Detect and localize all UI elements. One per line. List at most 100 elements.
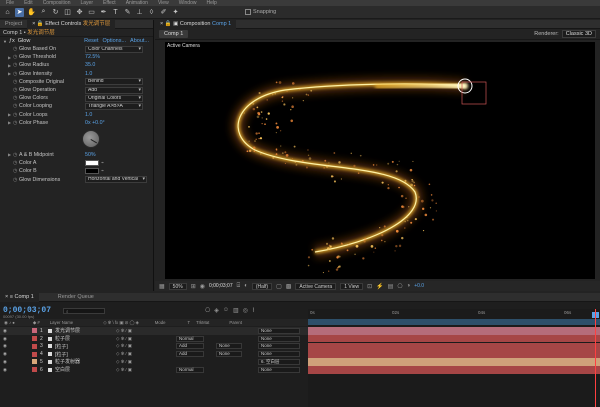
layer-label-color[interactable] [32, 343, 37, 349]
layer-duration-bar[interactable] [308, 327, 600, 335]
layer-duration-bar[interactable] [308, 342, 600, 351]
layer-row[interactable]: ◉ 5 粒子发射器 ◇ ✻ ⁄ ▣ 6. 空白层 [0, 358, 308, 366]
layer-switches-icon[interactable]: ◇ ✻ ⁄ ▣ [116, 336, 132, 342]
layer-name-header[interactable]: Layer Name [50, 320, 73, 325]
blend-mode-dropdown[interactable]: Normal [176, 366, 204, 373]
graph-editor-icon[interactable]: ⌇ [252, 307, 255, 314]
layer-duration-bar[interactable] [308, 366, 600, 374]
playhead-line[interactable] [595, 309, 596, 407]
glow-dimensions-dropdown[interactable]: Horizontal and Vertical [85, 176, 147, 184]
selection-tool-icon[interactable]: ➤ [15, 7, 24, 17]
layer-duration-bar[interactable] [308, 358, 600, 366]
hand-tool-icon[interactable]: ✋ [27, 8, 36, 17]
work-area-bar[interactable] [308, 319, 600, 325]
layer-switches-icon[interactable]: ◇ ✻ ⁄ ▣ [116, 328, 132, 334]
layer-search-input[interactable]: ⌕ [63, 307, 106, 314]
param-dropdown[interactable]: Behind [85, 78, 143, 86]
layer-name[interactable]: 空白层 [55, 366, 107, 373]
parent-dropdown[interactable]: None [258, 351, 300, 358]
blend-mode-dropdown[interactable]: Normal [176, 335, 204, 342]
param-value[interactable]: 1.0 [85, 112, 92, 118]
layer-label-color[interactable] [32, 328, 37, 334]
about-link[interactable]: About... [130, 38, 149, 44]
ab-midpoint-value[interactable]: 50% [85, 152, 96, 158]
lock-icon[interactable]: 🔒 [165, 21, 173, 27]
layer-row[interactable]: ◉ 1 发光调节层 ◇ ✻ ⁄ ▣ None [0, 327, 308, 335]
fast-previews-icon[interactable]: ⚡ [376, 283, 383, 290]
tab-timeline-comp[interactable]: × ≡ Comp 1 [0, 292, 39, 302]
type-tool-icon[interactable]: T [111, 8, 120, 17]
layer-label-color[interactable] [32, 367, 37, 373]
layer-name[interactable]: 粒子层 [55, 335, 107, 342]
camera-view-dropdown[interactable]: Active Camera [295, 282, 337, 290]
reset-link[interactable]: Reset [84, 38, 98, 44]
zoom-tool-icon[interactable]: ⌕ [39, 8, 48, 17]
camera-snapshot-icon[interactable]: ◉ [200, 283, 205, 290]
snapping-checkbox[interactable] [245, 9, 251, 15]
timeline-icon[interactable]: ▤ [388, 283, 394, 290]
track-matte-dropdown[interactable]: None [216, 351, 242, 358]
safe-margins-icon[interactable]: ⊞ [191, 283, 196, 290]
visibility-eye-icon[interactable]: ◉ [3, 359, 8, 365]
snapshot-icon[interactable]: ⌸ [237, 283, 241, 290]
pan-behind-tool-icon[interactable]: ✥ [75, 8, 84, 17]
shy-layers-icon[interactable]: ☺ [223, 307, 229, 314]
comp-flowchart-tab[interactable]: Comp 1 [159, 30, 189, 38]
rotate-tool-icon[interactable]: ↻ [51, 8, 60, 17]
layer-name[interactable]: [粒子] [55, 343, 107, 350]
layer-row[interactable]: ◉ 2 粒子层 ◇ ✻ ⁄ ▣ Normal None [0, 335, 308, 343]
layer-switches-icon[interactable]: ◇ ✻ ⁄ ▣ [116, 359, 132, 365]
pen-tool-icon[interactable]: ✒ [99, 8, 108, 17]
param-dropdown[interactable]: Add [85, 86, 143, 94]
mask-tool-icon[interactable]: ▭ [87, 8, 96, 17]
layer-switches-icon[interactable]: ◇ ✻ ⁄ ▣ [116, 351, 132, 357]
eyedropper-icon[interactable]: ⌁ [101, 160, 104, 166]
layer-row[interactable]: ◉ 6 空白层 ◇ ✻ ⁄ ▣ Normal None [0, 366, 308, 374]
transparency-grid-icon[interactable]: ▩ [286, 283, 292, 290]
composition-mini-flowchart-icon[interactable]: ⎔ [205, 307, 210, 314]
layer-label-color[interactable] [32, 336, 37, 342]
color-b-swatch[interactable] [85, 168, 99, 175]
layer-label-color[interactable] [32, 359, 37, 365]
layer-name[interactable]: 粒子发射器 [55, 358, 107, 365]
tab-effect-controls[interactable]: × 🔒 Effect Controls 发光调节层 [27, 19, 116, 29]
parent-dropdown[interactable]: None [258, 343, 300, 350]
parent-dropdown[interactable]: None [258, 366, 300, 373]
visibility-eye-icon[interactable]: ◉ [3, 351, 8, 357]
track-matte-dropdown[interactable]: None [216, 343, 242, 350]
param-value[interactable]: 0x +0.0° [85, 120, 105, 126]
puppet-tool-icon[interactable]: ✦ [171, 8, 180, 17]
visibility-eye-icon[interactable]: ◉ [3, 328, 8, 334]
grid-toggle-icon[interactable]: ▦ [159, 283, 165, 290]
param-value[interactable]: 35.0 [85, 62, 95, 68]
blend-mode-dropdown[interactable]: Add [176, 351, 204, 358]
layer-duration-bar[interactable] [308, 334, 600, 343]
home-icon[interactable]: ⌂ [3, 8, 12, 17]
parent-dropdown[interactable]: 6. 空白层 [258, 358, 300, 365]
effect-glow-row[interactable]: ▼ ƒx Glow Reset Options... About... [0, 37, 153, 45]
expand-triangle-icon[interactable]: ▼ [3, 39, 7, 44]
parent-dropdown[interactable]: None [258, 335, 300, 342]
param-dropdown[interactable]: Triangle A>B>A [85, 102, 143, 110]
layer-name[interactable]: 发光调节层 [55, 327, 107, 334]
eyedropper-icon[interactable]: ⌁ [101, 168, 104, 174]
param-value[interactable]: 1.0 [85, 71, 92, 77]
blend-mode-dropdown[interactable]: Add [176, 343, 204, 350]
color-channel-icon[interactable]: ◐ [244, 283, 248, 289]
timeline-track-area[interactable]: 0s 02s 04s 06s [308, 309, 600, 407]
layer-duration-bar[interactable] [308, 350, 600, 358]
tab-composition[interactable]: × 🔒 ▣ Composition Comp 1 [155, 19, 237, 29]
options-link[interactable]: Options... [102, 38, 126, 44]
lock-icon[interactable]: 🔒 [37, 21, 45, 27]
frame-blending-icon[interactable]: ▥ [233, 307, 239, 314]
color-a-swatch[interactable] [85, 160, 99, 167]
clone-stamp-tool-icon[interactable]: ⊥ [135, 8, 144, 17]
roto-brush-tool-icon[interactable]: ✐ [159, 8, 168, 17]
draft-3d-icon[interactable]: ◈ [214, 307, 219, 314]
tab-render-queue[interactable]: Render Queue [53, 293, 99, 302]
color-phase-dial[interactable] [82, 129, 100, 148]
layer-switches-icon[interactable]: ◇ ✻ ⁄ ▣ [116, 343, 132, 349]
layer-switches-icon[interactable]: ◇ ✻ ⁄ ▣ [116, 367, 132, 373]
param-value[interactable]: 72.5% [85, 54, 100, 60]
eraser-tool-icon[interactable]: ◊ [147, 8, 156, 17]
